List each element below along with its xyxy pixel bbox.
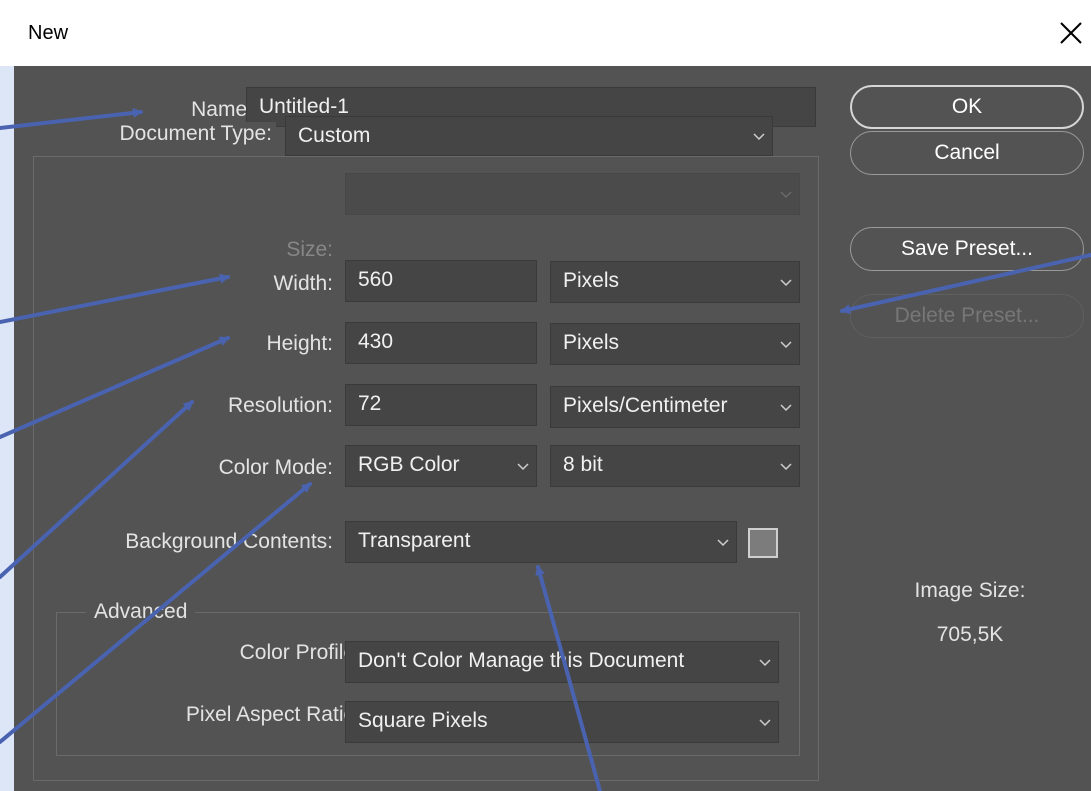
width-label: Width: bbox=[273, 272, 333, 295]
color-profile-label: Color Profile: bbox=[239, 641, 361, 664]
bit-depth-value: 8 bit bbox=[563, 453, 603, 476]
height-input[interactable]: 430 bbox=[345, 322, 537, 364]
save-preset-button[interactable]: Save Preset... bbox=[850, 227, 1084, 271]
color-mode-value: RGB Color bbox=[358, 453, 460, 476]
bit-depth-select[interactable]: 8 bit bbox=[550, 445, 800, 487]
color-profile-value: Don't Color Manage this Document bbox=[358, 649, 685, 672]
height-label: Height: bbox=[266, 332, 333, 355]
color-mode-label: Color Mode: bbox=[218, 456, 333, 479]
size-label: Size: bbox=[286, 238, 333, 261]
background-contents-value: Transparent bbox=[358, 529, 471, 552]
delete-preset-button: Delete Preset... bbox=[850, 294, 1084, 338]
chevron-down-icon bbox=[717, 539, 729, 547]
image-size-label: Image Size: bbox=[914, 579, 1026, 602]
height-unit-select[interactable]: Pixels bbox=[550, 323, 800, 365]
width-unit-value: Pixels bbox=[563, 269, 620, 292]
chevron-down-icon bbox=[780, 191, 792, 199]
document-type-label: Document Type: bbox=[115, 122, 276, 146]
title-bar: New bbox=[0, 0, 1091, 66]
close-icon[interactable] bbox=[1058, 20, 1084, 46]
chevron-down-icon bbox=[753, 133, 765, 141]
background-color-swatch[interactable] bbox=[748, 528, 778, 558]
chevron-down-icon bbox=[759, 719, 771, 727]
color-profile-select[interactable]: Don't Color Manage this Document bbox=[345, 641, 779, 683]
chevron-down-icon bbox=[780, 341, 792, 349]
resolution-input[interactable]: 72 bbox=[345, 384, 537, 426]
image-size-value: 705,5K bbox=[936, 623, 1004, 646]
chevron-down-icon bbox=[759, 659, 771, 667]
chevron-down-icon bbox=[780, 279, 792, 287]
ok-button[interactable]: OK bbox=[850, 85, 1084, 129]
pixel-aspect-ratio-select[interactable]: Square Pixels bbox=[345, 701, 779, 743]
name-label: Name: bbox=[191, 98, 253, 121]
cancel-button[interactable]: Cancel bbox=[850, 131, 1084, 175]
pixel-aspect-ratio-value: Square Pixels bbox=[358, 709, 488, 732]
chevron-down-icon bbox=[780, 404, 792, 412]
resolution-unit-select[interactable]: Pixels/Centimeter bbox=[550, 386, 800, 428]
pixel-aspect-ratio-label: Pixel Aspect Ratio: bbox=[185, 703, 361, 726]
height-unit-value: Pixels bbox=[563, 331, 620, 354]
resolution-label: Resolution: bbox=[227, 394, 333, 417]
size-select bbox=[345, 173, 800, 215]
background-contents-select[interactable]: Transparent bbox=[345, 521, 737, 563]
document-type-value: Custom bbox=[298, 124, 371, 147]
width-input[interactable]: 560 bbox=[345, 260, 537, 302]
window-title: New bbox=[28, 22, 69, 44]
background-contents-label: Background Contents: bbox=[125, 530, 333, 553]
chevron-down-icon bbox=[517, 463, 529, 471]
resolution-unit-value: Pixels/Centimeter bbox=[563, 394, 728, 417]
chevron-down-icon bbox=[780, 463, 792, 471]
color-mode-select[interactable]: RGB Color bbox=[345, 445, 537, 487]
advanced-legend: Advanced bbox=[86, 600, 196, 624]
width-unit-select[interactable]: Pixels bbox=[550, 261, 800, 303]
document-type-select[interactable]: Custom bbox=[285, 116, 773, 156]
new-document-dialog: Name: Untitled-1 Document Type: Custom S… bbox=[14, 66, 1091, 791]
